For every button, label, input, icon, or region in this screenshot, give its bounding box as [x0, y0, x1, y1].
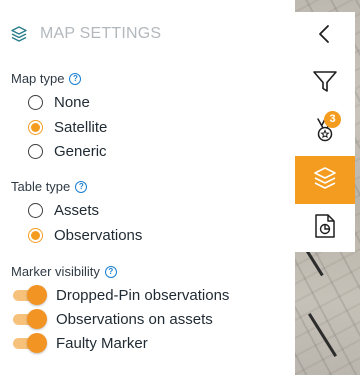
radio-button-selected[interactable] — [28, 228, 43, 243]
toggle-switch[interactable] — [11, 333, 47, 353]
toggle-switch[interactable] — [11, 309, 47, 329]
toggle-dropped-pin-observations[interactable]: Dropped-Pin observations — [11, 285, 229, 305]
radio-button[interactable] — [28, 95, 43, 110]
map-settings-panel: MAP SETTINGS Map type ? None Satellite G… — [0, 0, 295, 375]
achievements-button[interactable]: 3 — [295, 108, 355, 156]
toggle-label: Dropped-Pin observations — [56, 286, 230, 304]
radio-table-type-observations[interactable]: Observations — [28, 227, 142, 244]
radio-button[interactable] — [28, 144, 43, 159]
radio-map-type-generic[interactable]: Generic — [28, 143, 107, 160]
radio-label: None — [54, 94, 90, 111]
report-chart-icon — [314, 213, 336, 244]
panel-header: MAP SETTINGS — [10, 22, 161, 46]
radio-button[interactable] — [28, 203, 43, 218]
radio-label: Satellite — [54, 119, 108, 136]
toggle-label: Faulty Marker — [56, 334, 148, 352]
panel-title: MAP SETTINGS — [40, 25, 162, 42]
chevron-left-icon — [315, 23, 335, 50]
layers-icon — [10, 25, 28, 43]
radio-table-type-assets[interactable]: Assets — [28, 202, 99, 219]
table-type-label: Table type ? — [11, 179, 88, 194]
collapse-panel-button[interactable] — [295, 12, 355, 60]
toggle-observations-on-assets[interactable]: Observations on assets — [11, 309, 213, 329]
layers-icon — [312, 165, 338, 196]
map-type-label: Map type ? — [11, 71, 82, 86]
radio-label: Observations — [54, 227, 143, 244]
radio-label: Generic — [54, 143, 107, 160]
help-icon[interactable]: ? — [104, 265, 117, 278]
radio-map-type-satellite[interactable]: Satellite — [28, 119, 107, 136]
toggle-switch[interactable] — [11, 285, 47, 305]
notification-badge: 3 — [324, 111, 341, 128]
help-icon[interactable]: ? — [69, 72, 82, 85]
filter-icon — [312, 69, 338, 100]
report-button[interactable] — [295, 204, 355, 252]
map-toolbar: 3 — [295, 12, 355, 252]
toggle-label: Observations on assets — [56, 310, 213, 328]
radio-button-selected[interactable] — [28, 120, 43, 135]
toggle-faulty-marker[interactable]: Faulty Marker — [11, 333, 148, 353]
radio-map-type-none[interactable]: None — [28, 94, 90, 111]
radio-label: Assets — [54, 202, 100, 219]
marker-visibility-label: Marker visibility ? — [11, 264, 117, 279]
help-icon[interactable]: ? — [75, 180, 88, 193]
filter-button[interactable] — [295, 60, 355, 108]
map-layers-button[interactable] — [295, 156, 355, 204]
